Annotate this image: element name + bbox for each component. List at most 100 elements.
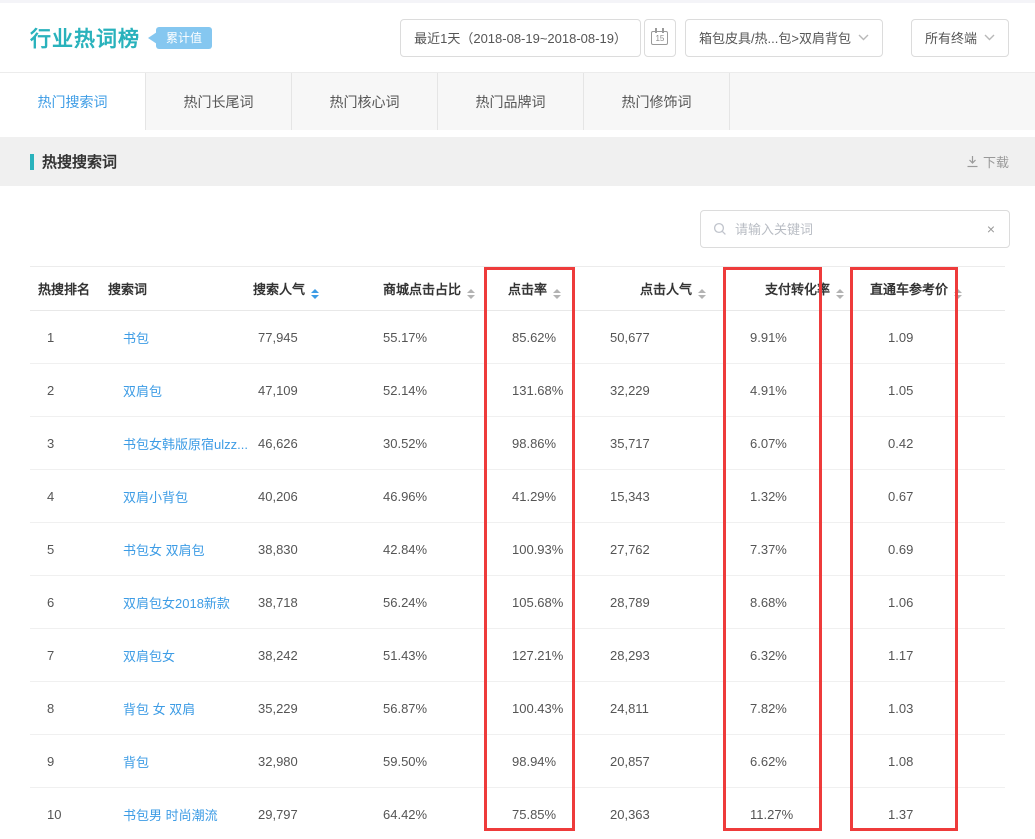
pay-conversion-cell: 4.91% [725, 364, 845, 417]
click-popularity-cell: 27,762 [575, 523, 725, 576]
keyword-link[interactable]: 背包 [123, 755, 149, 770]
click-rate-cell: 98.86% [485, 417, 575, 470]
ztc-price-cell: 0.69 [845, 523, 1005, 576]
mall-click-ratio-cell: 52.14% [375, 364, 485, 417]
click-popularity-cell: 35,717 [575, 417, 725, 470]
pay-conversion-cell: 8.68% [725, 576, 845, 629]
category-dropdown-label: 箱包皮具/热...包>双肩背包 [699, 28, 851, 47]
search-input[interactable] [735, 222, 985, 237]
rank-cell: 10 [30, 788, 108, 839]
mall-click-ratio-cell: 55.17% [375, 311, 485, 364]
click-rate-cell: 75.85% [485, 788, 575, 839]
sort-icon[interactable] [553, 289, 561, 299]
mall-click-ratio-cell: 56.87% [375, 682, 485, 735]
rank-cell: 9 [30, 735, 108, 788]
col-header-click-rate[interactable]: 点击率 [485, 267, 575, 311]
keyword-link[interactable]: 书包男 时尚潮流 [123, 808, 218, 823]
download-button[interactable]: 下载 [966, 152, 1009, 171]
keyword-link[interactable]: 双肩小背包 [123, 490, 188, 505]
keyword-cell: 双肩包女 [108, 629, 250, 682]
tab-hot-longtail-words[interactable]: 热门长尾词 [146, 73, 292, 130]
search-popularity-cell: 32,980 [250, 735, 375, 788]
keyword-cell: 双肩包 [108, 364, 250, 417]
table-body: 1书包77,94555.17%85.62%50,6779.91%1.092双肩包… [30, 311, 1005, 839]
clear-search-icon[interactable]: × [985, 221, 997, 237]
col-header-pay-conversion[interactable]: 支付转化率 [725, 267, 845, 311]
search-popularity-cell: 47,109 [250, 364, 375, 417]
click-rate-cell: 85.62% [485, 311, 575, 364]
terminal-dropdown[interactable]: 所有终端 [911, 19, 1009, 57]
keyword-cell: 双肩小背包 [108, 470, 250, 523]
rank-cell: 5 [30, 523, 108, 576]
click-popularity-cell: 15,343 [575, 470, 725, 523]
pay-conversion-cell: 6.32% [725, 629, 845, 682]
hot-words-table: 热搜排名 搜索词 搜索人气 商城点击占比 点击率 点击人气 支付转化率 直通车参… [30, 266, 1005, 839]
keyword-link[interactable]: 书包 [123, 331, 149, 346]
keyword-search-box: × [700, 210, 1010, 248]
tab-hot-modifier-words[interactable]: 热门修饰词 [584, 73, 730, 130]
section-bar: 热搜搜索词 下载 [0, 137, 1035, 186]
tab-bar: 热门搜索词 热门长尾词 热门核心词 热门品牌词 热门修饰词 [0, 72, 1035, 130]
tab-hot-search-words[interactable]: 热门搜索词 [0, 73, 146, 130]
section-title: 热搜搜索词 [42, 151, 117, 172]
chevron-down-icon [858, 34, 869, 41]
ztc-price-cell: 0.67 [845, 470, 1005, 523]
sort-icon[interactable] [954, 289, 962, 299]
keyword-link[interactable]: 双肩包女 [123, 649, 175, 664]
table-row: 2双肩包47,10952.14%131.68%32,2294.91%1.05 [30, 364, 1005, 417]
section-accent-bar [30, 154, 34, 170]
table-row: 6双肩包女2018新款38,71856.24%105.68%28,7898.68… [30, 576, 1005, 629]
category-dropdown[interactable]: 箱包皮具/热...包>双肩背包 [685, 19, 883, 57]
calendar-picker-button[interactable]: 15 [644, 19, 676, 57]
sort-icon[interactable] [311, 289, 319, 299]
table-header-row: 热搜排名 搜索词 搜索人气 商城点击占比 点击率 点击人气 支付转化率 直通车参… [30, 267, 1005, 311]
mall-click-ratio-cell: 56.24% [375, 576, 485, 629]
mall-click-ratio-cell: 30.52% [375, 417, 485, 470]
click-rate-cell: 127.21% [485, 629, 575, 682]
search-popularity-cell: 38,830 [250, 523, 375, 576]
mall-click-ratio-cell: 59.50% [375, 735, 485, 788]
keyword-link[interactable]: 背包 女 双肩 [123, 702, 195, 717]
col-header-search-popularity[interactable]: 搜索人气 [250, 267, 375, 311]
keyword-cell: 书包女 双肩包 [108, 523, 250, 576]
keyword-link[interactable]: 书包女 双肩包 [123, 543, 205, 558]
pay-conversion-cell: 6.07% [725, 417, 845, 470]
date-range-button[interactable]: 最近1天（2018-08-19~2018-08-19） [400, 19, 641, 57]
ztc-price-cell: 1.05 [845, 364, 1005, 417]
click-popularity-cell: 24,811 [575, 682, 725, 735]
col-header-mall-click-ratio[interactable]: 商城点击占比 [375, 267, 485, 311]
col-header-ztc-price[interactable]: 直通车参考价 [845, 267, 1005, 311]
keyword-cell: 书包 [108, 311, 250, 364]
ztc-price-cell: 0.42 [845, 417, 1005, 470]
cumulative-value-badge: 累计值 [156, 27, 212, 49]
sort-icon[interactable] [467, 289, 475, 299]
ztc-price-cell: 1.09 [845, 311, 1005, 364]
table-row: 1书包77,94555.17%85.62%50,6779.91%1.09 [30, 311, 1005, 364]
pay-conversion-cell: 11.27% [725, 788, 845, 839]
search-icon [713, 222, 727, 236]
page-title: 行业热词榜 [30, 23, 140, 53]
col-header-click-popularity[interactable]: 点击人气 [575, 267, 725, 311]
pay-conversion-cell: 6.62% [725, 735, 845, 788]
keyword-cell: 双肩包女2018新款 [108, 576, 250, 629]
keyword-link[interactable]: 双肩包女2018新款 [123, 596, 230, 611]
mall-click-ratio-cell: 51.43% [375, 629, 485, 682]
date-filter-group: 最近1天（2018-08-19~2018-08-19） 15 [400, 19, 676, 57]
mall-click-ratio-cell: 46.96% [375, 470, 485, 523]
tab-hot-core-words[interactable]: 热门核心词 [292, 73, 438, 130]
table-row: 4双肩小背包40,20646.96%41.29%15,3431.32%0.67 [30, 470, 1005, 523]
click-rate-cell: 105.68% [485, 576, 575, 629]
mall-click-ratio-cell: 42.84% [375, 523, 485, 576]
search-row: × [30, 210, 1010, 248]
keyword-link[interactable]: 书包女韩版原宿ulzz... [123, 437, 248, 452]
table-row: 5书包女 双肩包38,83042.84%100.93%27,7627.37%0.… [30, 523, 1005, 576]
sort-icon[interactable] [836, 289, 844, 299]
download-icon [966, 155, 979, 168]
keyword-cell: 背包 女 双肩 [108, 682, 250, 735]
rank-cell: 8 [30, 682, 108, 735]
tab-hot-brand-words[interactable]: 热门品牌词 [438, 73, 584, 130]
search-popularity-cell: 38,242 [250, 629, 375, 682]
sort-icon[interactable] [698, 289, 706, 299]
keyword-link[interactable]: 双肩包 [123, 384, 162, 399]
col-header-keyword: 搜索词 [108, 267, 250, 311]
